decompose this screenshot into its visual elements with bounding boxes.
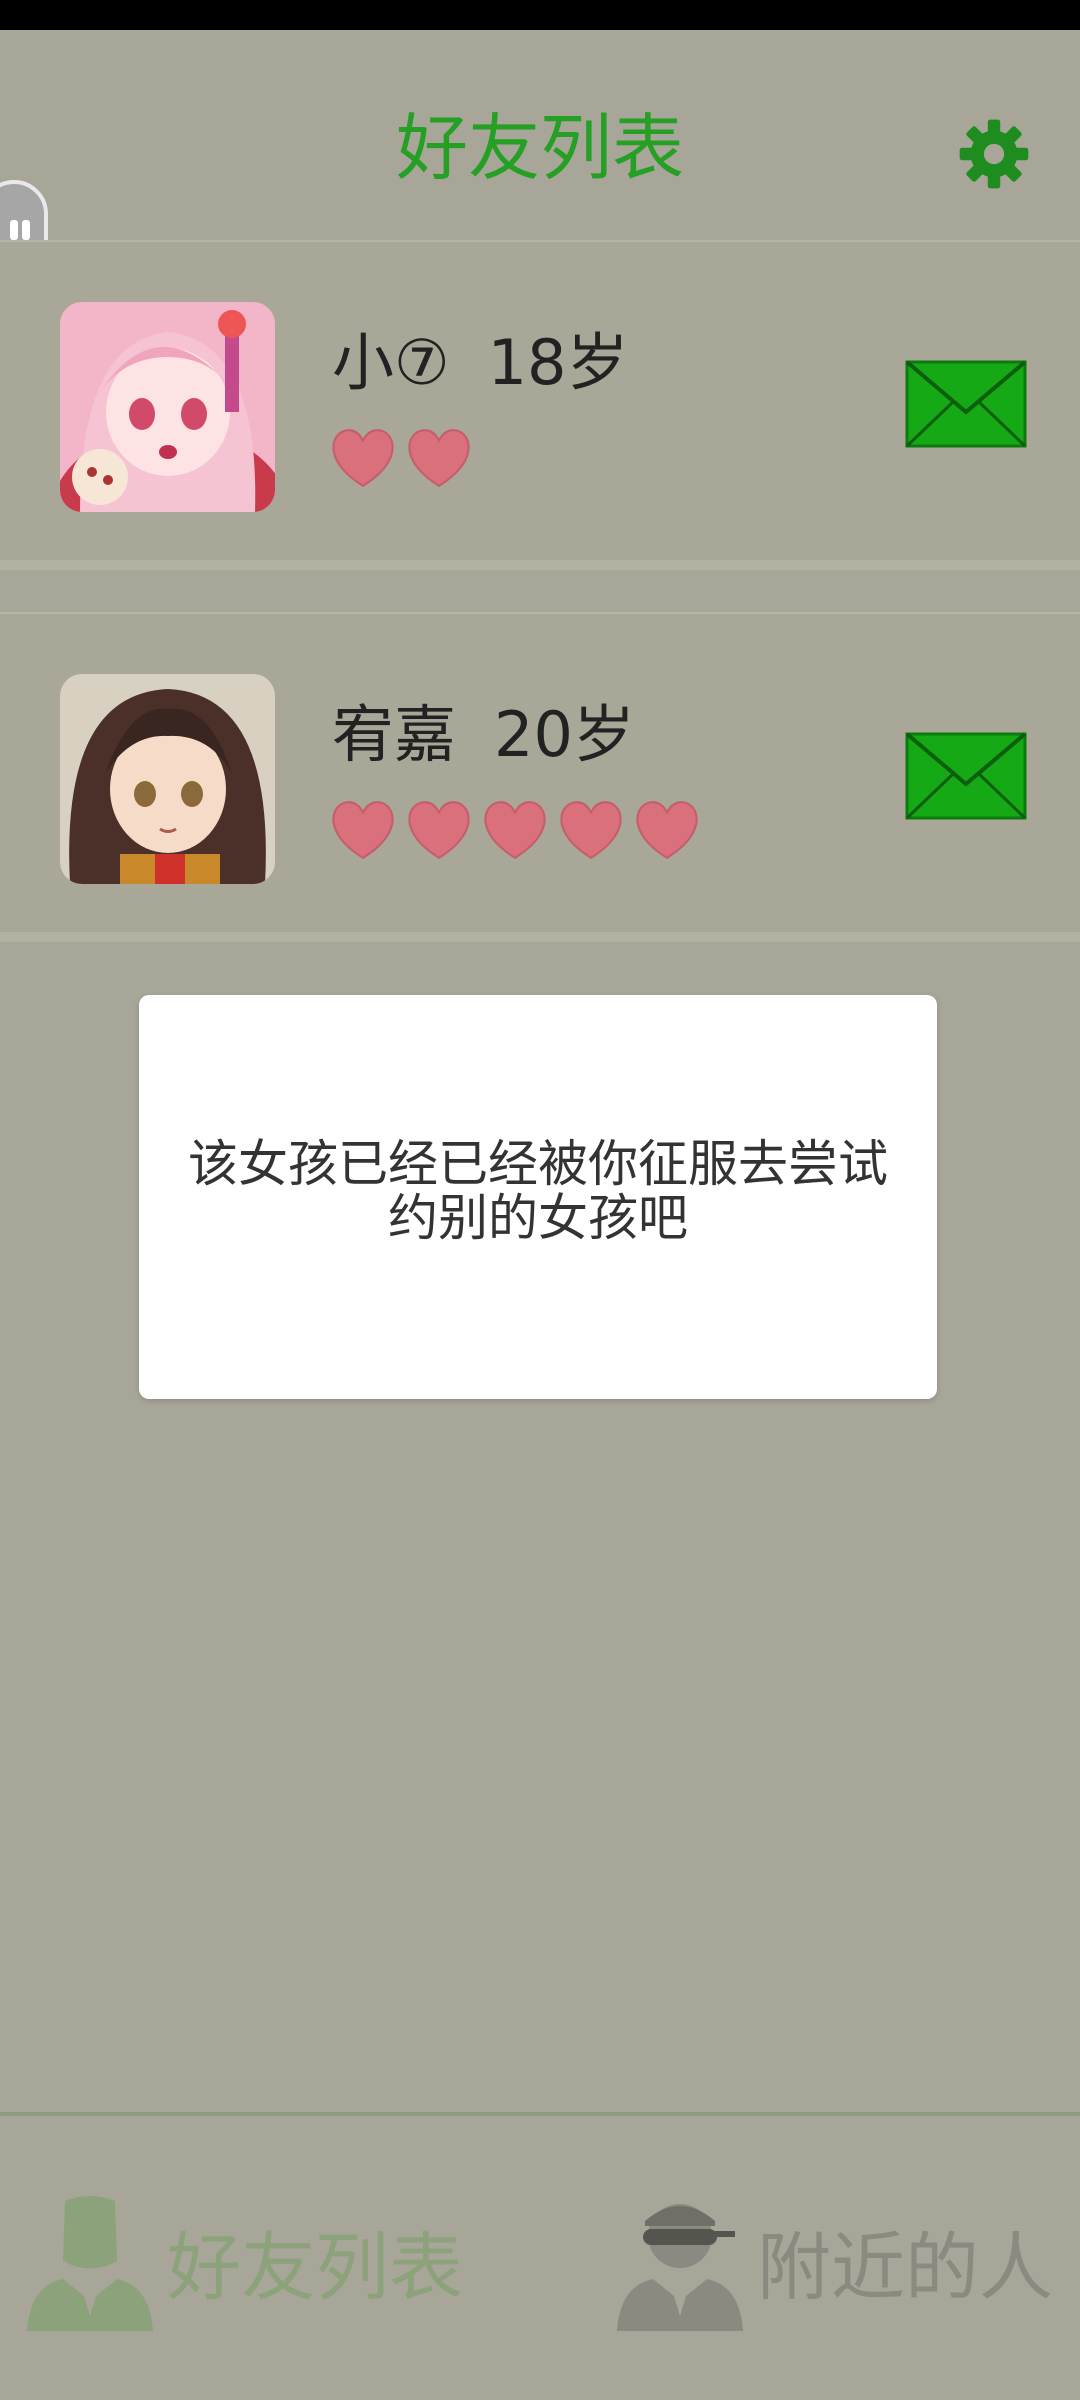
heart-icon	[408, 801, 470, 860]
heart-icon	[636, 801, 698, 860]
affection-hearts	[330, 799, 710, 864]
friend-name: 宥嘉	[332, 698, 457, 771]
heart-icon	[408, 429, 470, 488]
friend-card[interactable]: 小⑦ 18岁	[0, 240, 1080, 570]
heart-icon	[484, 801, 546, 860]
mail-icon[interactable]	[905, 360, 1027, 448]
masked-person-icon	[617, 2204, 743, 2331]
heart-icon	[560, 801, 622, 860]
header: 好友列表	[0, 30, 1080, 235]
nav-label-nearby: 附近的人	[757, 2224, 1053, 2311]
message-dialog[interactable]: 该女孩已经已经被你征服去尝试约别的女孩吧	[139, 995, 937, 1399]
avatar[interactable]	[60, 302, 275, 512]
gear-icon[interactable]	[955, 115, 1033, 193]
affection-hearts	[330, 427, 482, 492]
friend-name-age: 宥嘉 20岁	[332, 704, 635, 766]
mail-icon[interactable]	[905, 732, 1027, 820]
status-bar	[0, 0, 1080, 30]
nav-tab-friends[interactable]: 好友列表	[25, 2186, 463, 2336]
friend-name-age: 小⑦ 18岁	[332, 332, 629, 394]
nav-tab-nearby[interactable]: 附近的人	[615, 2186, 1053, 2336]
friend-age: 18岁	[487, 326, 629, 399]
person-icon	[27, 2196, 153, 2331]
friend-age: 20岁	[494, 698, 635, 771]
friend-name: 小⑦	[332, 326, 450, 399]
page-title: 好友列表	[395, 106, 684, 190]
avatar[interactable]	[60, 674, 275, 884]
assistant-dot-right	[22, 220, 30, 240]
heart-icon	[332, 429, 394, 488]
nav-label-friends: 好友列表	[167, 2224, 463, 2311]
assistant-dot-left	[10, 220, 18, 240]
friend-card[interactable]: 宥嘉 20岁	[0, 612, 1080, 942]
bottom-nav: 好友列表 附近的人	[0, 2112, 1080, 2400]
dialog-message: 该女孩已经已经被你征服去尝试约别的女孩吧	[188, 1135, 888, 1247]
heart-icon	[332, 801, 394, 860]
